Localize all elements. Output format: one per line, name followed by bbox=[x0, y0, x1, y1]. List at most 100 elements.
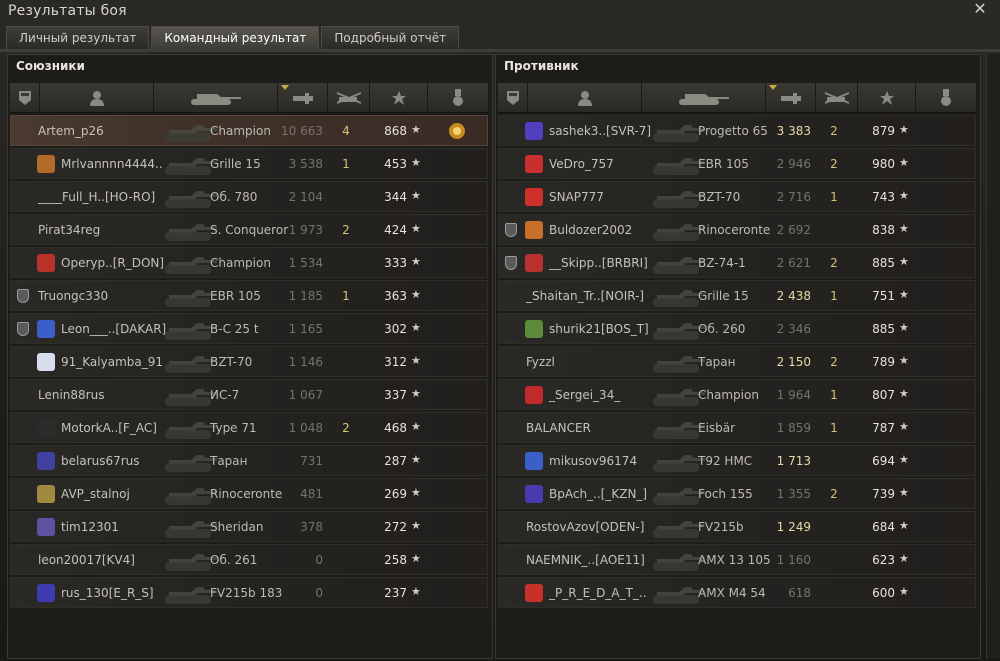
player-row[interactable]: SNAP777 BZT-70 2 716 1 743 ★ bbox=[498, 181, 976, 212]
player-row[interactable]: VeDro_757 EBR 105 2 946 2 980 ★ bbox=[498, 148, 976, 179]
header-squad-icon[interactable] bbox=[498, 83, 528, 113]
star-icon: ★ bbox=[899, 288, 909, 301]
kills-value: 2 bbox=[342, 223, 350, 237]
player-row[interactable]: _Shaitan_Tr..[NOIR-] Grille 15 2 438 1 751 ★ bbox=[498, 280, 976, 311]
player-row[interactable]: Artem_p26 Champion 10 663 4 868 ★ bbox=[10, 115, 488, 146]
squad-icon bbox=[17, 322, 29, 336]
player-name: NAEMNIK_..[AOE11] bbox=[526, 553, 645, 567]
player-row[interactable]: ____Full_H..[HO-RO] Об. 780 2 104 344 ★ bbox=[10, 181, 488, 212]
player-row[interactable]: Leon___..[DAKAR] B-C 25 t 1 165 302 ★ bbox=[10, 313, 488, 344]
tab-team-result[interactable]: Командный результат bbox=[151, 26, 320, 49]
player-row[interactable]: Buldozer2002 Rinoceronte 2 692 838 ★ bbox=[498, 214, 976, 245]
player-row[interactable]: BALANCER Eisbär 1 859 1 787 ★ bbox=[498, 412, 976, 443]
header-kills-icon[interactable] bbox=[816, 83, 858, 113]
header-player-icon[interactable] bbox=[40, 83, 154, 113]
player-name: RostovAzov[ODEN-] bbox=[526, 520, 645, 534]
player-row[interactable]: Lenin88rus ИС-7 1 067 337 ★ bbox=[10, 379, 488, 410]
star-icon: ★ bbox=[899, 486, 909, 499]
player-row[interactable]: sashek3..[SVR-7] Progetto 65 3 383 2 879 ★ bbox=[498, 115, 976, 146]
star-icon: ★ bbox=[411, 420, 421, 433]
header-kills-icon[interactable] bbox=[328, 83, 370, 113]
clan-emblem-icon bbox=[525, 320, 543, 338]
star-icon: ★ bbox=[899, 321, 909, 334]
kills-value: 1 bbox=[830, 388, 838, 402]
xp-value: 868 bbox=[384, 124, 407, 138]
player-row[interactable]: MotorkA..[F_AC] Type 71 1 048 2 468 ★ bbox=[10, 412, 488, 443]
star-icon: ★ bbox=[411, 387, 421, 400]
header-squad-icon[interactable] bbox=[10, 83, 40, 113]
kills-value: 1 bbox=[830, 190, 838, 204]
star-icon: ★ bbox=[411, 519, 421, 532]
player-row[interactable]: _P_R_E_D_A_T_.. AMX M4 54 618 600 ★ bbox=[498, 577, 976, 608]
header-damage-icon[interactable] bbox=[766, 83, 816, 113]
star-icon: ★ bbox=[899, 156, 909, 169]
player-row[interactable]: belarus67rus Таран 731 287 ★ bbox=[10, 445, 488, 476]
header-xp-icon[interactable] bbox=[858, 83, 916, 113]
damage-value: 0 bbox=[315, 586, 323, 600]
star-icon: ★ bbox=[411, 453, 421, 466]
star-icon: ★ bbox=[899, 453, 909, 466]
player-name: shurik21[BOS_T] bbox=[549, 322, 649, 336]
clan-emblem-icon bbox=[37, 320, 55, 338]
xp-value: 453 bbox=[384, 157, 407, 171]
damage-value: 10 663 bbox=[281, 124, 323, 138]
player-row[interactable]: _Sergei_34_ Champion 1 964 1 807 ★ bbox=[498, 379, 976, 410]
kills-value: 1 bbox=[342, 157, 350, 171]
tab-detailed-report[interactable]: Подробный отчёт bbox=[321, 26, 460, 49]
player-name: ____Full_H..[HO-RO] bbox=[38, 190, 156, 204]
player-name: BpAch_..[_KZN_] bbox=[549, 487, 648, 501]
player-row[interactable]: tim12301 Sheridan 378 272 ★ bbox=[10, 511, 488, 542]
header-vehicle-icon[interactable] bbox=[154, 83, 278, 113]
player-row[interactable]: Pirat34reg S. Conqueror 1 973 2 424 ★ bbox=[10, 214, 488, 245]
damage-value: 731 bbox=[300, 454, 323, 468]
player-row[interactable]: BpAch_..[_KZN_] Foch 155 1 355 2 739 ★ bbox=[498, 478, 976, 509]
player-row[interactable]: shurik21[BOS_T] Об. 260 2 346 885 ★ bbox=[498, 313, 976, 344]
star-icon: ★ bbox=[411, 288, 421, 301]
player-row[interactable]: __Skipp..[BRBRI] BZ-74-1 2 621 2 885 ★ bbox=[498, 247, 976, 278]
player-row[interactable]: mikusov96174 T92 HMC 1 713 694 ★ bbox=[498, 445, 976, 476]
scrollbar[interactable] bbox=[986, 54, 1000, 659]
tab-personal-result[interactable]: Личный результат bbox=[6, 26, 150, 49]
star-icon: ★ bbox=[411, 222, 421, 235]
player-row[interactable]: rus_130[E_R_S] FV215b 183 0 237 ★ bbox=[10, 577, 488, 608]
damage-value: 2 621 bbox=[776, 256, 811, 270]
player-row[interactable]: 91_Kalyamba_91 BZT-70 1 146 312 ★ bbox=[10, 346, 488, 377]
sort-indicator-icon bbox=[281, 85, 289, 90]
player-name: 91_Kalyamba_91 bbox=[61, 355, 163, 369]
enemies-title: Противник bbox=[504, 59, 579, 73]
damage-value: 2 104 bbox=[288, 190, 323, 204]
player-row[interactable]: Mrlvannnn4444.. Grille 15 3 538 1 453 ★ bbox=[10, 148, 488, 179]
player-name: SNAP777 bbox=[549, 190, 604, 204]
header-player-icon[interactable] bbox=[528, 83, 642, 113]
allies-title: Союзники bbox=[16, 59, 85, 73]
player-row[interactable]: AVP_stalnoj Rinoceronte 481 269 ★ bbox=[10, 478, 488, 509]
player-row[interactable]: RostovAzov[ODEN-] FV215b 1 249 684 ★ bbox=[498, 511, 976, 542]
xp-value: 363 bbox=[384, 289, 407, 303]
header-xp-icon[interactable] bbox=[370, 83, 428, 113]
xp-value: 684 bbox=[872, 520, 895, 534]
vehicle-name: Progetto 65 bbox=[698, 124, 768, 138]
player-row[interactable]: Operyp..[R_DON] Champion 1 534 333 ★ bbox=[10, 247, 488, 278]
damage-value: 3 538 bbox=[288, 157, 323, 171]
player-row[interactable]: leon20017[KV4] Об. 261 0 258 ★ bbox=[10, 544, 488, 575]
kills-value: 4 bbox=[342, 124, 350, 138]
damage-value: 1 355 bbox=[776, 487, 811, 501]
clan-emblem-icon bbox=[37, 155, 55, 173]
close-icon[interactable]: ✕ bbox=[972, 1, 988, 17]
header-damage-icon[interactable] bbox=[278, 83, 328, 113]
player-row[interactable]: NAEMNIK_..[AOE11] AMX 13 105 1 160 623 ★ bbox=[498, 544, 976, 575]
xp-value: 885 bbox=[872, 256, 895, 270]
vehicle-name: FV215b 183 bbox=[210, 586, 283, 600]
player-name: Operyp..[R_DON] bbox=[61, 256, 165, 270]
header-vehicle-icon[interactable] bbox=[642, 83, 766, 113]
player-row[interactable]: Fyzzl Таран 2 150 2 789 ★ bbox=[498, 346, 976, 377]
xp-value: 468 bbox=[384, 421, 407, 435]
player-row[interactable]: Truongc330 EBR 105 1 185 1 363 ★ bbox=[10, 280, 488, 311]
squad-icon bbox=[17, 289, 29, 303]
vehicle-name: Champion bbox=[210, 124, 271, 138]
header-medal-icon[interactable] bbox=[916, 83, 976, 113]
header-medal-icon[interactable] bbox=[428, 83, 488, 113]
xp-value: 600 bbox=[872, 586, 895, 600]
damage-value: 1 859 bbox=[776, 421, 811, 435]
kills-value: 1 bbox=[830, 289, 838, 303]
